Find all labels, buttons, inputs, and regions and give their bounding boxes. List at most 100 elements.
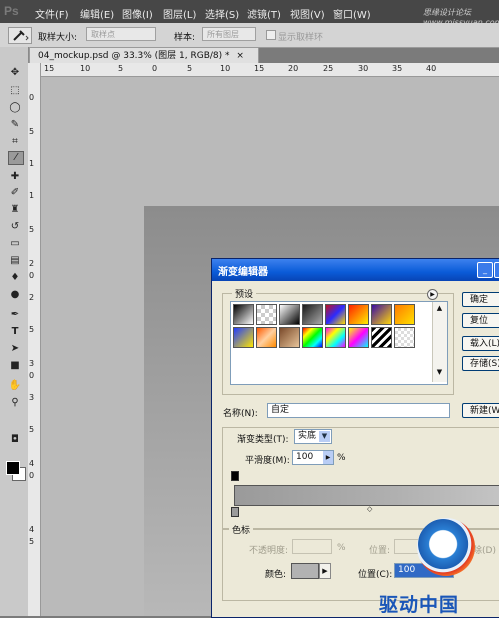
close-icon[interactable]: ✕ <box>494 262 499 278</box>
name-label: 名称(N): <box>223 409 258 419</box>
history-brush-icon[interactable]: ↺ <box>8 221 22 233</box>
ruler-tick-label: 20 <box>288 64 299 73</box>
ruler-tick-label: 0 <box>29 271 35 280</box>
tool-preset-picker[interactable] <box>8 27 32 44</box>
document-tab[interactable]: 04_mockup.psd @ 33.3% (图层 1, RGB/8) * × <box>29 47 259 63</box>
menu-filter[interactable]: 滤镜(T) <box>247 6 281 21</box>
preset-swatch[interactable] <box>371 327 392 348</box>
move-icon[interactable]: ✥ <box>8 67 22 79</box>
sample-select[interactable]: 所有图层 <box>202 27 256 41</box>
ruler-tick-label: 0 <box>29 371 35 380</box>
preset-swatch[interactable] <box>325 304 346 325</box>
preset-swatch-grid: ▲ ▼ <box>230 301 448 385</box>
zoom-icon[interactable]: ⚲ <box>8 397 22 409</box>
foreground-color-swatch[interactable] <box>6 461 20 475</box>
preset-swatch[interactable] <box>233 327 254 348</box>
menu-file[interactable]: 文件(F) <box>35 6 69 21</box>
ruler-tick-label: 30 <box>358 64 369 73</box>
dialog-titlebar[interactable]: 渐变编辑器 _ ✕ <box>212 259 499 281</box>
menu-bar: Ps 文件(F) 编辑(E) 图像(I) 图层(L) 选择(S) 滤镜(T) 视… <box>0 0 499 27</box>
gradient-icon[interactable]: ▤ <box>8 255 22 267</box>
preset-swatch[interactable] <box>371 304 392 325</box>
ruler-tick-label: 1 <box>29 159 35 168</box>
menu-image[interactable]: 图像(I) <box>122 6 153 21</box>
color-stop-left[interactable] <box>231 507 239 517</box>
minimize-icon[interactable]: _ <box>477 262 493 278</box>
crop-icon[interactable]: ⌗ <box>8 136 22 148</box>
preset-swatch[interactable] <box>256 304 277 325</box>
gradient-type-label: 渐变类型(T): <box>237 435 289 445</box>
menu-select[interactable]: 选择(S) <box>205 6 239 21</box>
preset-swatch[interactable] <box>325 327 346 348</box>
ruler-tick-label: 5 <box>29 127 35 136</box>
path-select-icon[interactable]: ➤ <box>8 343 22 355</box>
logo-emblem <box>417 518 475 576</box>
photoshop-logo: Ps <box>4 4 19 18</box>
load-button[interactable]: 载入(L)... <box>462 336 499 351</box>
ruler-tick-label: 3 <box>29 393 35 402</box>
sample-size-select[interactable]: 取样点 <box>86 27 156 41</box>
quick-mask-icon[interactable]: ◘ <box>8 434 22 446</box>
type-icon[interactable]: T <box>8 326 22 338</box>
ruler-tick-label: 5 <box>29 425 35 434</box>
vertical-ruler: 0 5 1 1 5 2 0 2 5 3 0 3 5 4 0 4 5 <box>28 63 41 616</box>
ruler-tick-label: 0 <box>152 64 158 73</box>
presets-menu-icon[interactable]: ▶ <box>427 289 438 300</box>
gradient-preview-bar[interactable] <box>234 485 499 506</box>
preset-swatch[interactable] <box>233 304 254 325</box>
midpoint-diamond-icon[interactable]: ◇ <box>367 505 372 513</box>
opacity-stop-left[interactable] <box>231 471 239 481</box>
ok-button[interactable]: 确定 <box>462 292 499 307</box>
eyedropper-icon <box>13 30 29 41</box>
smoothness-arrow-icon[interactable]: ▶ <box>323 451 333 464</box>
preset-swatch[interactable] <box>348 327 369 348</box>
chevron-down-icon: ▼ <box>319 431 330 442</box>
name-field[interactable]: 自定 <box>267 403 450 418</box>
options-bar: 取样大小: 取样点 样本: 所有图层 显示取样环 <box>0 23 499 48</box>
preset-scrollbar[interactable]: ▲ ▼ <box>432 302 447 382</box>
brush-icon[interactable]: ✐ <box>8 187 22 199</box>
menu-edit[interactable]: 编辑(E) <box>80 6 114 21</box>
marquee-icon[interactable]: ⬚ <box>8 85 22 97</box>
scroll-down-icon[interactable]: ▼ <box>435 368 444 377</box>
preset-swatch[interactable] <box>394 327 415 348</box>
horizontal-ruler: 15 10 5 0 5 10 15 20 25 30 35 40 <box>40 63 499 77</box>
menu-layer[interactable]: 图层(L) <box>163 6 196 21</box>
ruler-tick-label: 5 <box>29 225 35 234</box>
show-ring-checkbox[interactable] <box>266 30 276 40</box>
sample-size-label: 取样大小: <box>38 33 78 43</box>
reset-button[interactable]: 复位 <box>462 313 499 328</box>
color-menu-arrow-icon[interactable]: ▶ <box>319 563 331 579</box>
quick-select-icon[interactable]: ✎ <box>8 119 22 131</box>
menu-view[interactable]: 视图(V) <box>290 6 325 21</box>
stop-color-swatch[interactable] <box>291 563 319 579</box>
preset-swatch[interactable] <box>394 304 415 325</box>
smoothness-label: 平滑度(M): <box>245 456 290 466</box>
new-button[interactable]: 新建(W) <box>462 403 499 418</box>
preset-swatch[interactable] <box>279 304 300 325</box>
blur-icon[interactable]: ♦ <box>8 272 22 284</box>
gradient-type-select[interactable]: 实底 ▼ <box>294 429 332 444</box>
preset-swatch[interactable] <box>256 327 277 348</box>
pen-icon[interactable]: ✒ <box>8 309 22 321</box>
shape-icon[interactable]: ■ <box>8 360 22 372</box>
close-tab-icon[interactable]: × <box>236 51 244 61</box>
stamp-icon[interactable]: ♜ <box>8 204 22 216</box>
save-button[interactable]: 存储(S)... <box>462 356 499 371</box>
healing-icon[interactable]: ✚ <box>8 171 22 183</box>
dodge-icon[interactable]: ● <box>8 289 22 301</box>
hand-icon[interactable]: ✋ <box>8 380 22 392</box>
eraser-icon[interactable]: ▭ <box>8 238 22 250</box>
preset-swatch[interactable] <box>302 304 323 325</box>
scroll-up-icon[interactable]: ▲ <box>435 304 444 313</box>
ruler-tick-label: 2 <box>29 293 35 302</box>
menu-window[interactable]: 窗口(W) <box>333 6 371 21</box>
eyedropper-icon[interactable]: ⁄ <box>8 151 24 165</box>
lasso-icon[interactable]: ◯ <box>8 102 22 114</box>
preset-swatch[interactable] <box>279 327 300 348</box>
ruler-tick-label: 1 <box>29 191 35 200</box>
preset-swatch[interactable] <box>302 327 323 348</box>
preset-swatch[interactable] <box>348 304 369 325</box>
ruler-tick-label: 15 <box>254 64 265 73</box>
stops-label: 色标 <box>229 523 254 536</box>
